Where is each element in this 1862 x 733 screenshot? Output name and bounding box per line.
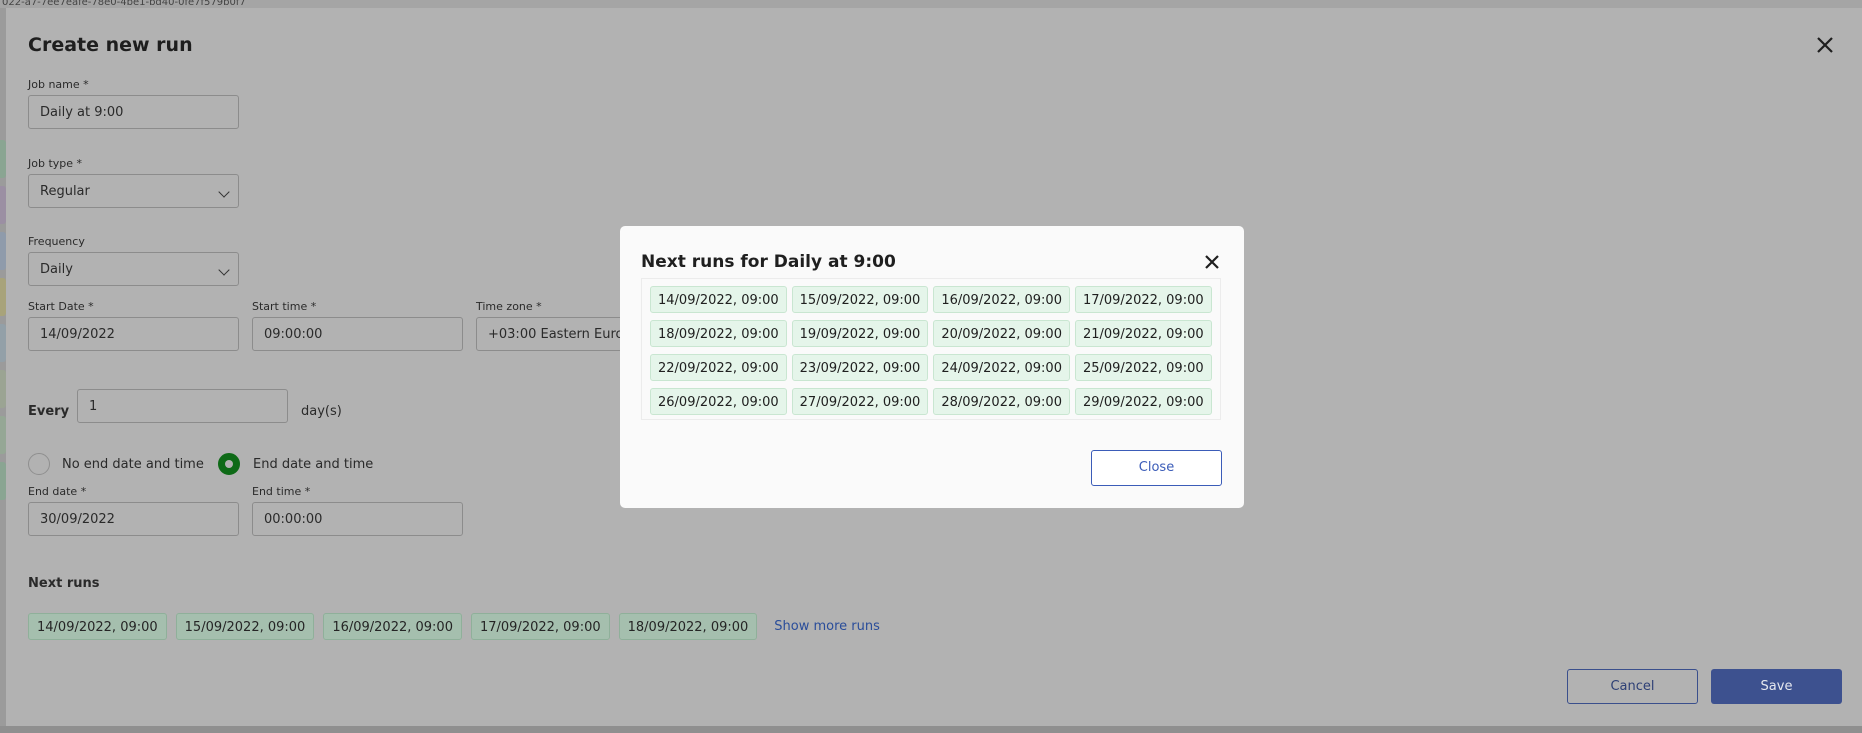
end-time-label: End time * [252, 485, 311, 498]
dialog-run-chip: 18/09/2022, 09:00 [650, 320, 787, 347]
dialog-run-chip: 21/09/2022, 09:00 [1074, 320, 1212, 347]
next-run-chip: 15/09/2022, 09:00 [175, 613, 315, 640]
end-date-time-label: End date and time [253, 457, 374, 472]
dialog-run-chip: 28/09/2022, 09:00 [933, 388, 1070, 415]
dialog-close-button[interactable]: Close [1091, 450, 1222, 486]
frequency-value: Daily [40, 262, 73, 277]
start-date-field[interactable]: 14/09/2022 [28, 317, 239, 351]
dialog-runs-row: 14/09/2022, 09:00 15/09/2022, 09:00 16/09/… [650, 286, 1212, 313]
frequency-select[interactable]: Daily [28, 252, 239, 286]
end-date-field[interactable]: 30/09/2022 [28, 502, 239, 536]
start-date-label: Start Date * [28, 300, 94, 313]
job-name-label: Job name * [28, 78, 89, 91]
background-page-header: 022-a7-7ee7eafe-78e0-4be1-bd40-0fe7f579b… [0, 0, 1862, 8]
dialog-run-chip: 29/09/2022, 09:00 [1074, 388, 1212, 415]
no-end-radio[interactable] [28, 453, 50, 475]
dialog-run-chip: 22/09/2022, 09:00 [650, 354, 787, 381]
dialog-runs-row: 26/09/2022, 09:00 27/09/2022, 09:00 28/09/… [650, 388, 1212, 415]
dialog-runs-row: 22/09/2022, 09:00 23/09/2022, 09:00 24/09/… [650, 354, 1212, 381]
background-page-footer [0, 726, 1862, 733]
modal-title: Create new run [28, 34, 193, 56]
save-button[interactable]: Save [1711, 669, 1842, 704]
next-run-chip: 18/09/2022, 09:00 [618, 613, 758, 640]
start-time-field[interactable]: 09:00:00 [252, 317, 463, 351]
show-more-runs-link[interactable]: Show more runs [774, 619, 880, 634]
next-runs-list: 14/09/2022, 09:00 15/09/2022, 09:00 16/09/… [28, 613, 880, 640]
job-name-field[interactable]: Daily at 9:00 [28, 95, 239, 129]
dialog-runs-row: 18/09/2022, 09:00 19/09/2022, 09:00 20/09/… [650, 320, 1212, 347]
timezone-label: Time zone * [476, 300, 542, 313]
job-type-label: Job type * [28, 157, 83, 170]
frequency-label: Frequency [28, 235, 85, 248]
chevron-down-icon [218, 186, 230, 198]
end-date-radio[interactable] [218, 453, 240, 475]
end-date-label: End date * [28, 485, 87, 498]
dialog-run-chip: 17/09/2022, 09:00 [1074, 286, 1212, 313]
job-type-value: Regular [40, 184, 90, 199]
dialog-title: Next runs for Daily at 9:00 [641, 252, 896, 272]
dialog-run-chip: 26/09/2022, 09:00 [650, 388, 787, 415]
dialog-run-chip: 23/09/2022, 09:00 [791, 354, 929, 381]
next-runs-dialog: Next runs for Daily at 9:00 14/09/2022, … [620, 226, 1244, 508]
start-time-label: Start time * [252, 300, 317, 313]
dialog-run-chip: 20/09/2022, 09:00 [933, 320, 1070, 347]
every-input[interactable]: 1 [77, 389, 288, 423]
dialog-run-chip: 16/09/2022, 09:00 [933, 286, 1070, 313]
no-end-label: No end date and time [62, 457, 204, 472]
dialog-runs-list: 14/09/2022, 09:00 15/09/2022, 09:00 16/09/… [641, 278, 1221, 420]
next-run-chip: 16/09/2022, 09:00 [323, 613, 462, 640]
dialog-run-chip: 15/09/2022, 09:00 [791, 286, 929, 313]
dialog-close-icon[interactable] [1200, 250, 1224, 274]
every-label: Every [28, 404, 70, 419]
dialog-run-chip: 14/09/2022, 09:00 [650, 286, 787, 313]
cancel-button[interactable]: Cancel [1567, 669, 1698, 704]
next-run-chip: 14/09/2022, 09:00 [28, 613, 167, 640]
dialog-run-chip: 24/09/2022, 09:00 [933, 354, 1070, 381]
next-run-chip: 17/09/2022, 09:00 [470, 613, 610, 640]
dialog-run-chip: 19/09/2022, 09:00 [791, 320, 929, 347]
next-runs-label: Next runs [28, 576, 100, 591]
chevron-down-icon [218, 264, 230, 276]
close-icon[interactable] [1813, 33, 1837, 57]
job-type-select[interactable]: Regular [28, 174, 239, 208]
end-time-field[interactable]: 00:00:00 [252, 502, 463, 536]
dialog-run-chip: 27/09/2022, 09:00 [791, 388, 929, 415]
dialog-run-chip: 25/09/2022, 09:00 [1074, 354, 1212, 381]
every-unit-label: day(s) [301, 404, 342, 419]
background-id-text: 022-a7-7ee7eafe-78e0-4be1-bd40-0fe7f579b… [2, 0, 246, 8]
